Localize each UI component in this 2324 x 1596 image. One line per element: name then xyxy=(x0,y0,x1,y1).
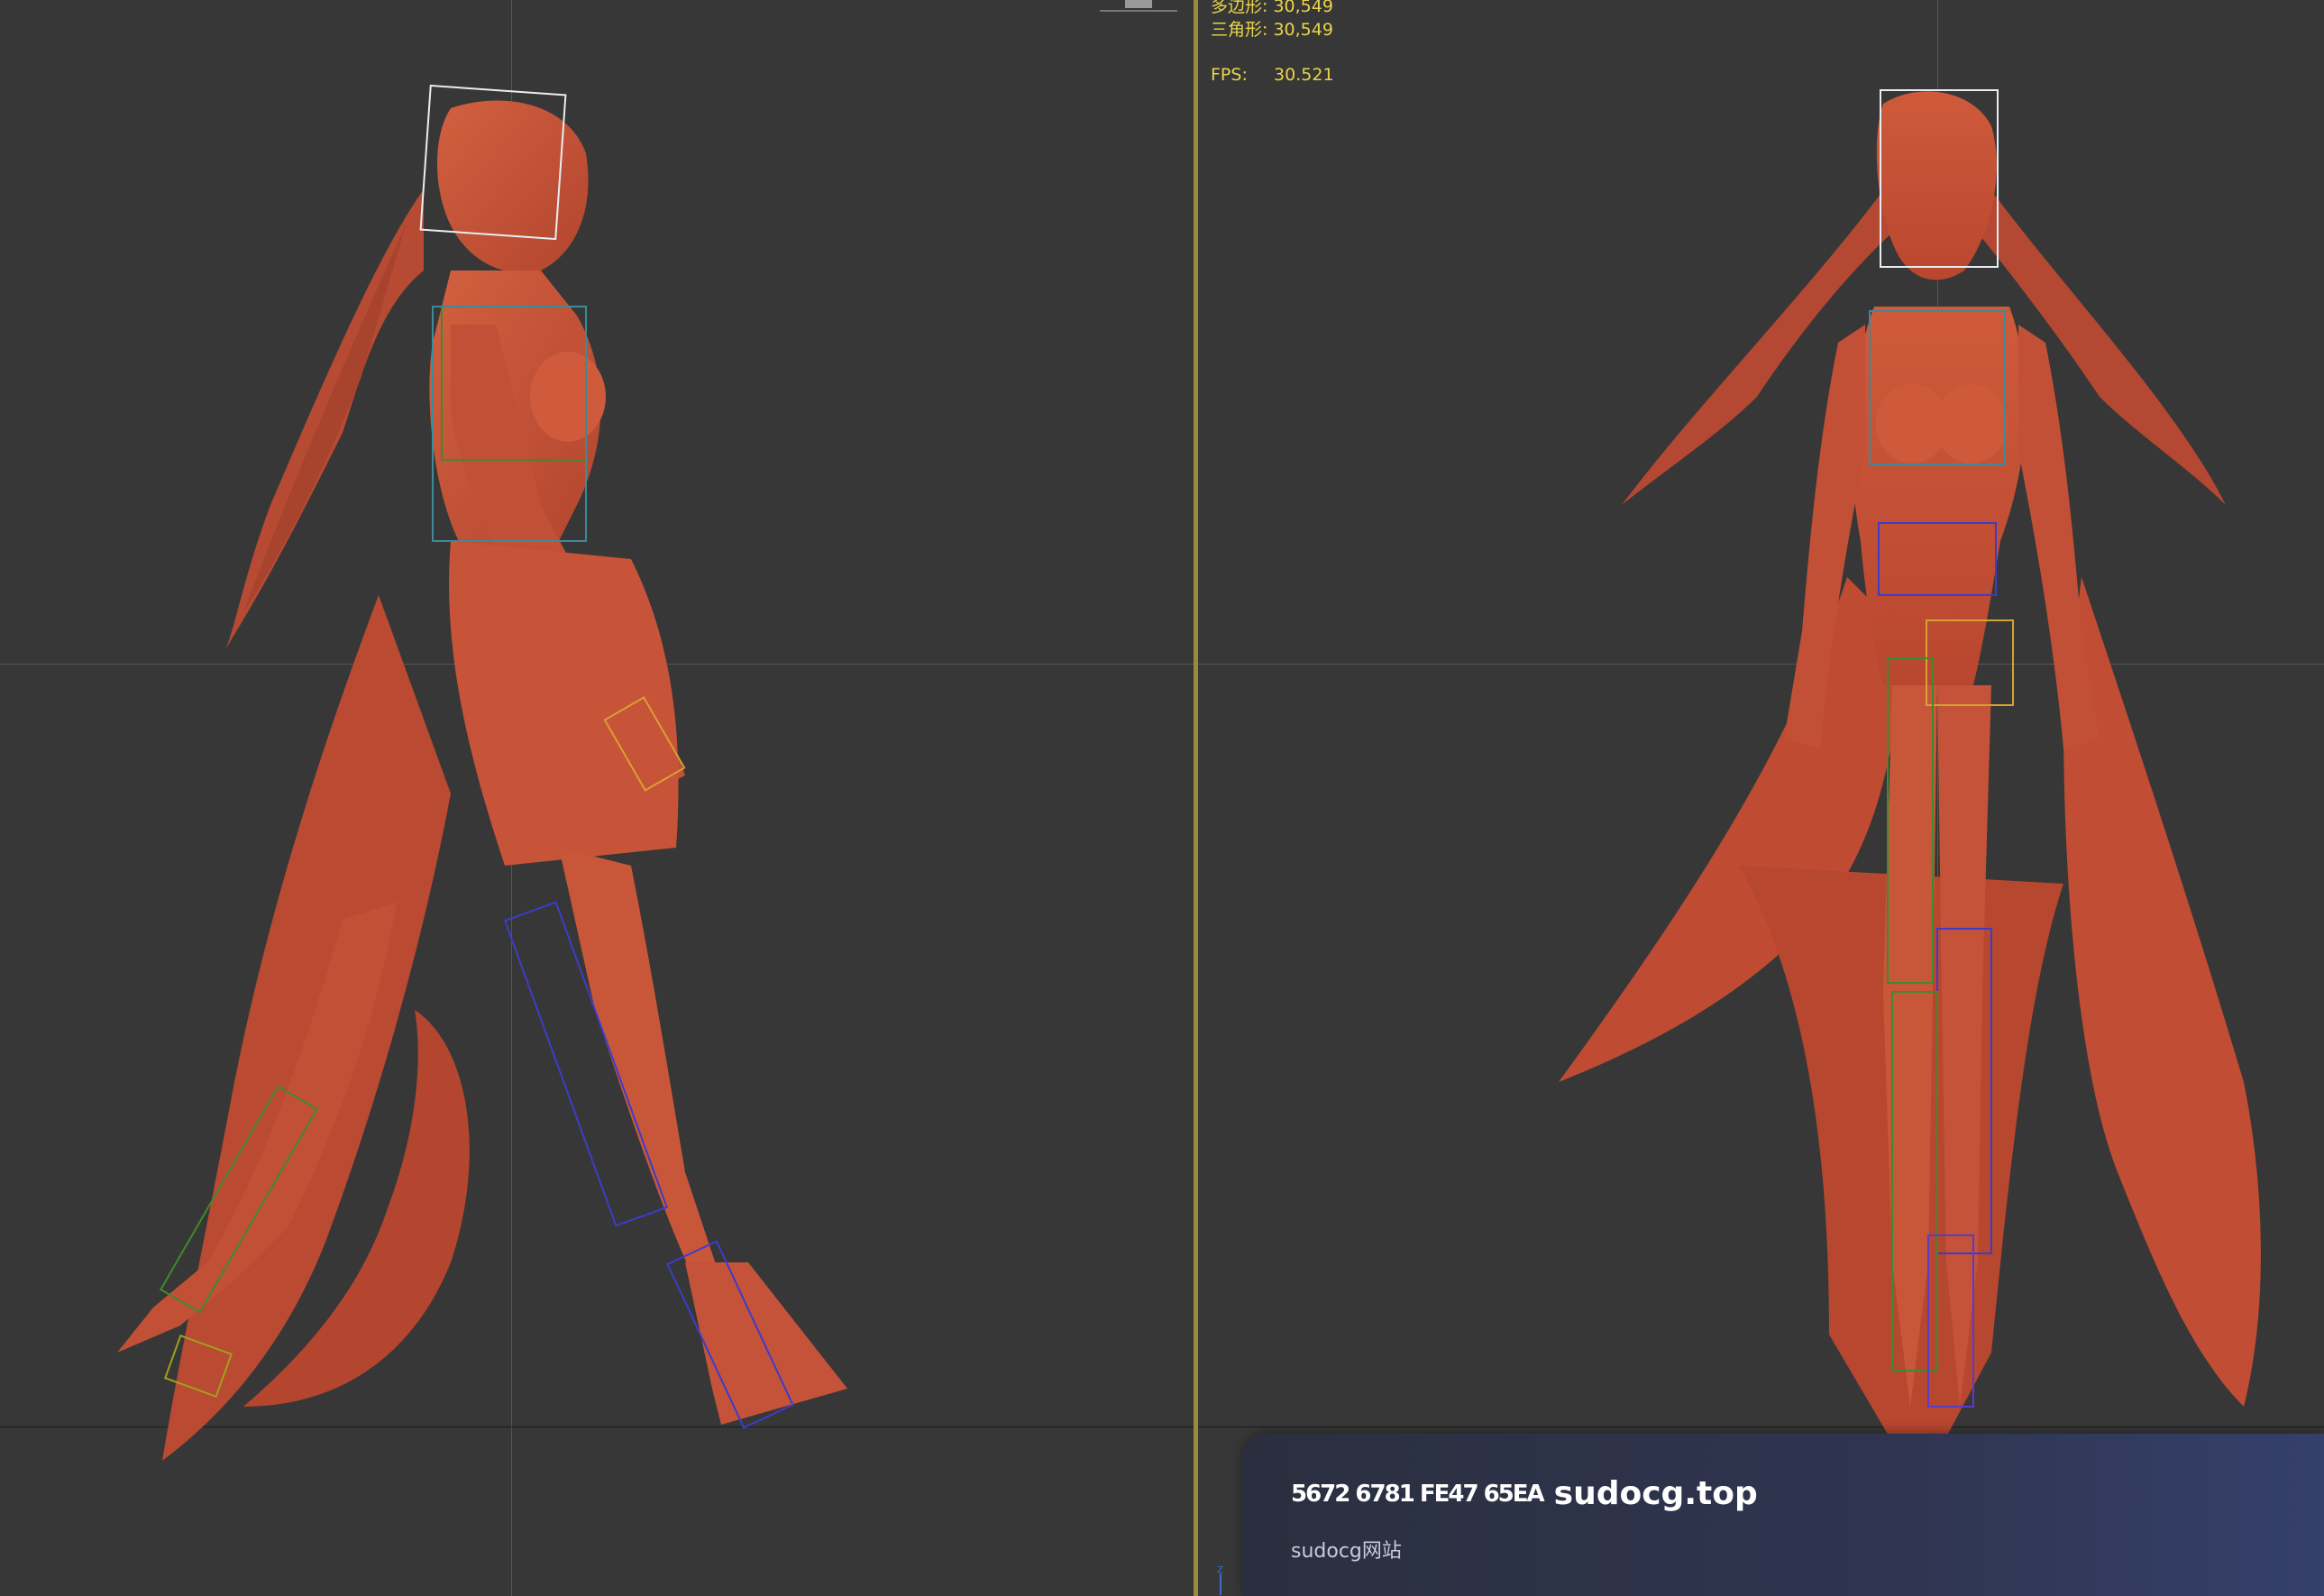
axis-tripod-icon: Z xyxy=(1217,1565,1223,1595)
character-model-side[interactable] xyxy=(0,0,1194,1596)
character-model-front[interactable] xyxy=(1198,0,2324,1596)
app-badge-icon: 5672 6781 FE47 65EA xyxy=(1291,1480,1545,1508)
viewport-right[interactable]: 多边形: 30,549 三角形: 30,549 FPS: 30.521 Z xyxy=(1198,0,2324,1596)
notification-title-text: sudocg.top xyxy=(1553,1475,1758,1512)
viewport-left[interactable] xyxy=(0,0,1194,1596)
notification-title: 5672 6781 FE47 65EA sudocg.top xyxy=(1291,1475,1758,1512)
notification-body: sudocg网站 xyxy=(1291,1540,1402,1563)
notification-toast[interactable]: 5672 6781 FE47 65EA sudocg.top sudocg网站 xyxy=(1242,1434,2324,1596)
svg-text:Z: Z xyxy=(1217,1565,1223,1575)
